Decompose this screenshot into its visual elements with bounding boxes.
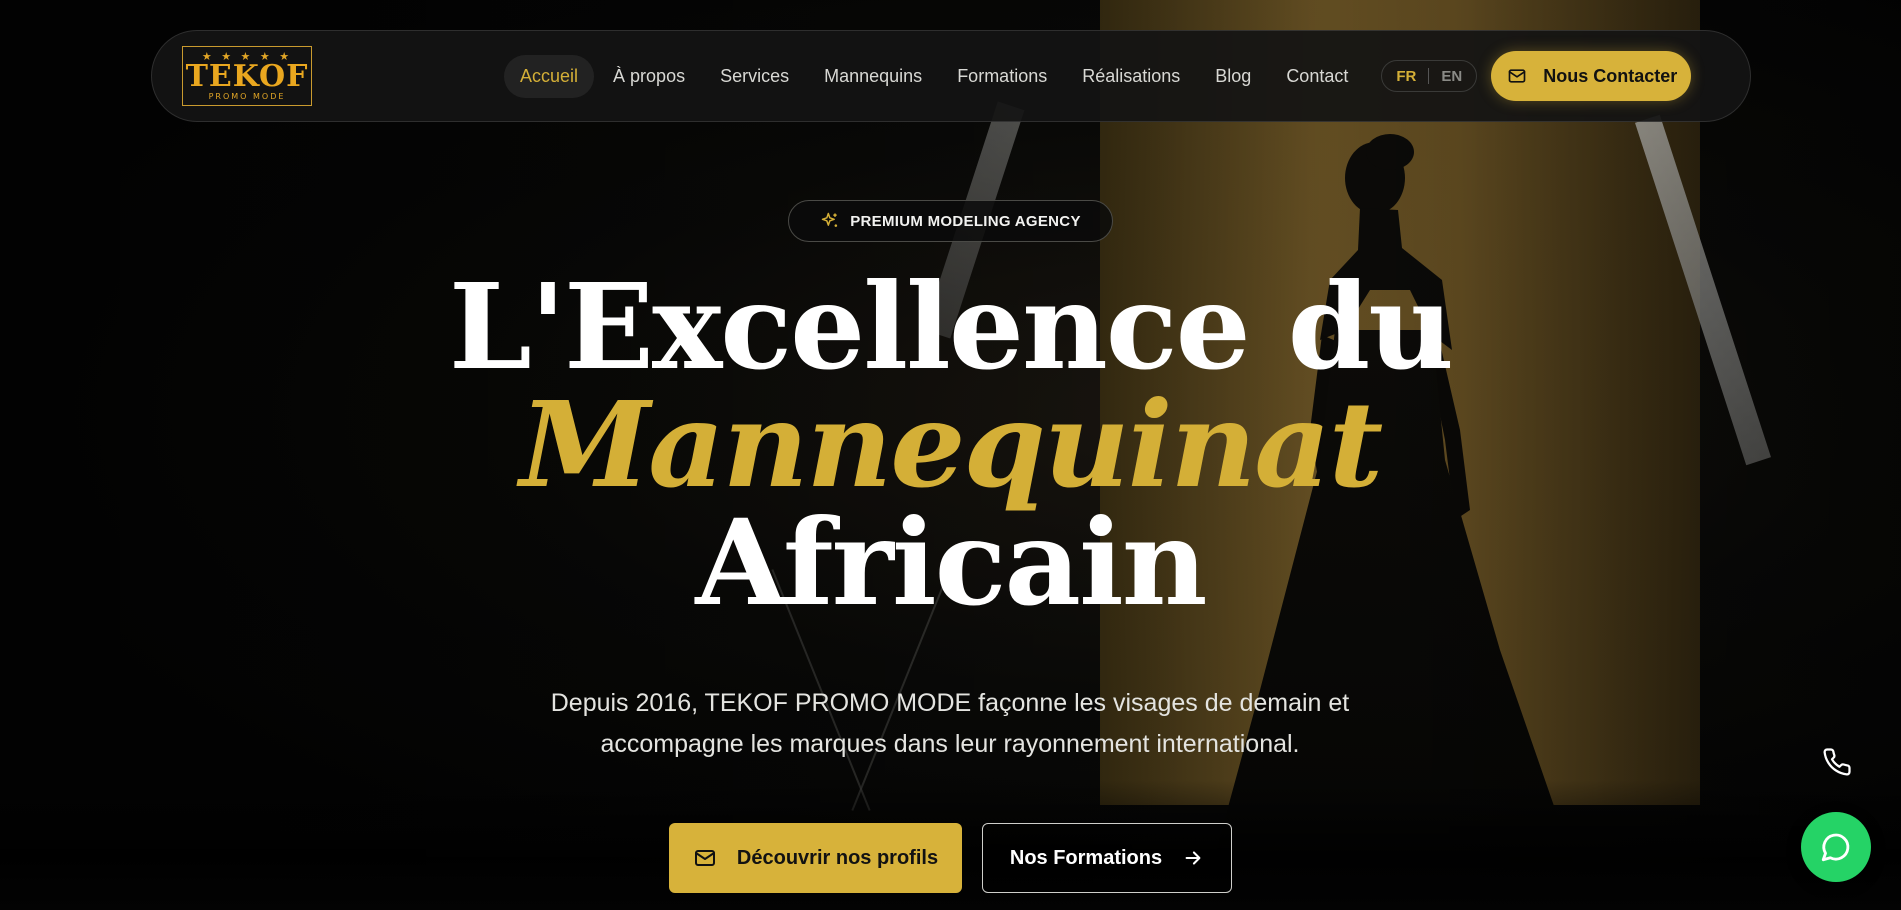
discover-profiles-label: Découvrir nos profils bbox=[736, 846, 939, 869]
lang-en-button[interactable]: EN bbox=[1441, 68, 1462, 85]
badge-label: PREMIUM MODELING AGENCY bbox=[850, 212, 1081, 230]
mail-icon bbox=[693, 846, 717, 870]
nav-item-services[interactable]: Services bbox=[704, 55, 805, 98]
mail-icon bbox=[1507, 66, 1527, 86]
hero-subtitle: Depuis 2016, TEKOF PROMO MODE façonne le… bbox=[500, 683, 1400, 765]
logo-subtitle: PROMO MODE bbox=[208, 91, 286, 101]
arrow-right-icon bbox=[1182, 847, 1204, 869]
whatsapp-icon bbox=[1819, 830, 1853, 864]
headline-line-3: Africain bbox=[695, 493, 1207, 632]
subtitle-line-2: accompagne les marques dans leur rayonne… bbox=[600, 730, 1300, 758]
nav-item-a-propos[interactable]: À propos bbox=[597, 55, 701, 98]
nav-item-accueil[interactable]: Accueil bbox=[504, 54, 595, 98]
headline-line-1: L'Excellence du bbox=[448, 257, 1454, 396]
hero-cta-row: Découvrir nos profils Nos Formations bbox=[669, 823, 1232, 893]
sparkles-icon bbox=[820, 211, 840, 231]
formations-button[interactable]: Nos Formations bbox=[982, 823, 1232, 893]
phone-icon[interactable] bbox=[1820, 745, 1854, 779]
nav-links: Accueil À propos Services Mannequins For… bbox=[504, 54, 1367, 98]
nav-item-mannequins[interactable]: Mannequins bbox=[808, 55, 938, 98]
whatsapp-button[interactable] bbox=[1801, 812, 1871, 882]
logo-name: TEKOF bbox=[185, 58, 309, 94]
nav-item-realisations[interactable]: Réalisations bbox=[1066, 55, 1196, 98]
contact-us-label: Nous Contacter bbox=[1543, 65, 1678, 86]
headline-line-2: Mannequinat bbox=[519, 375, 1384, 514]
language-switcher: FR EN bbox=[1381, 60, 1478, 92]
hero-headline: L'Excellence du Mannequinat Africain bbox=[0, 268, 1901, 622]
formations-label: Nos Formations bbox=[1009, 846, 1163, 869]
top-navbar: ★ ★ ★ ★ ★ TEKOF PROMO MODE Accueil À pro… bbox=[151, 30, 1751, 122]
nav-item-formations[interactable]: Formations bbox=[941, 55, 1063, 98]
lang-fr-button[interactable]: FR bbox=[1396, 68, 1416, 85]
nav-item-contact[interactable]: Contact bbox=[1270, 55, 1364, 98]
discover-profiles-button[interactable]: Découvrir nos profils bbox=[669, 823, 962, 893]
lang-divider bbox=[1428, 68, 1430, 84]
premium-badge: PREMIUM MODELING AGENCY bbox=[788, 200, 1113, 242]
brand-logo[interactable]: ★ ★ ★ ★ ★ TEKOF PROMO MODE bbox=[182, 46, 312, 106]
nav-item-blog[interactable]: Blog bbox=[1199, 55, 1267, 98]
subtitle-line-1: Depuis 2016, TEKOF PROMO MODE façonne le… bbox=[550, 689, 1350, 717]
contact-us-button[interactable]: Nous Contacter bbox=[1491, 51, 1692, 101]
